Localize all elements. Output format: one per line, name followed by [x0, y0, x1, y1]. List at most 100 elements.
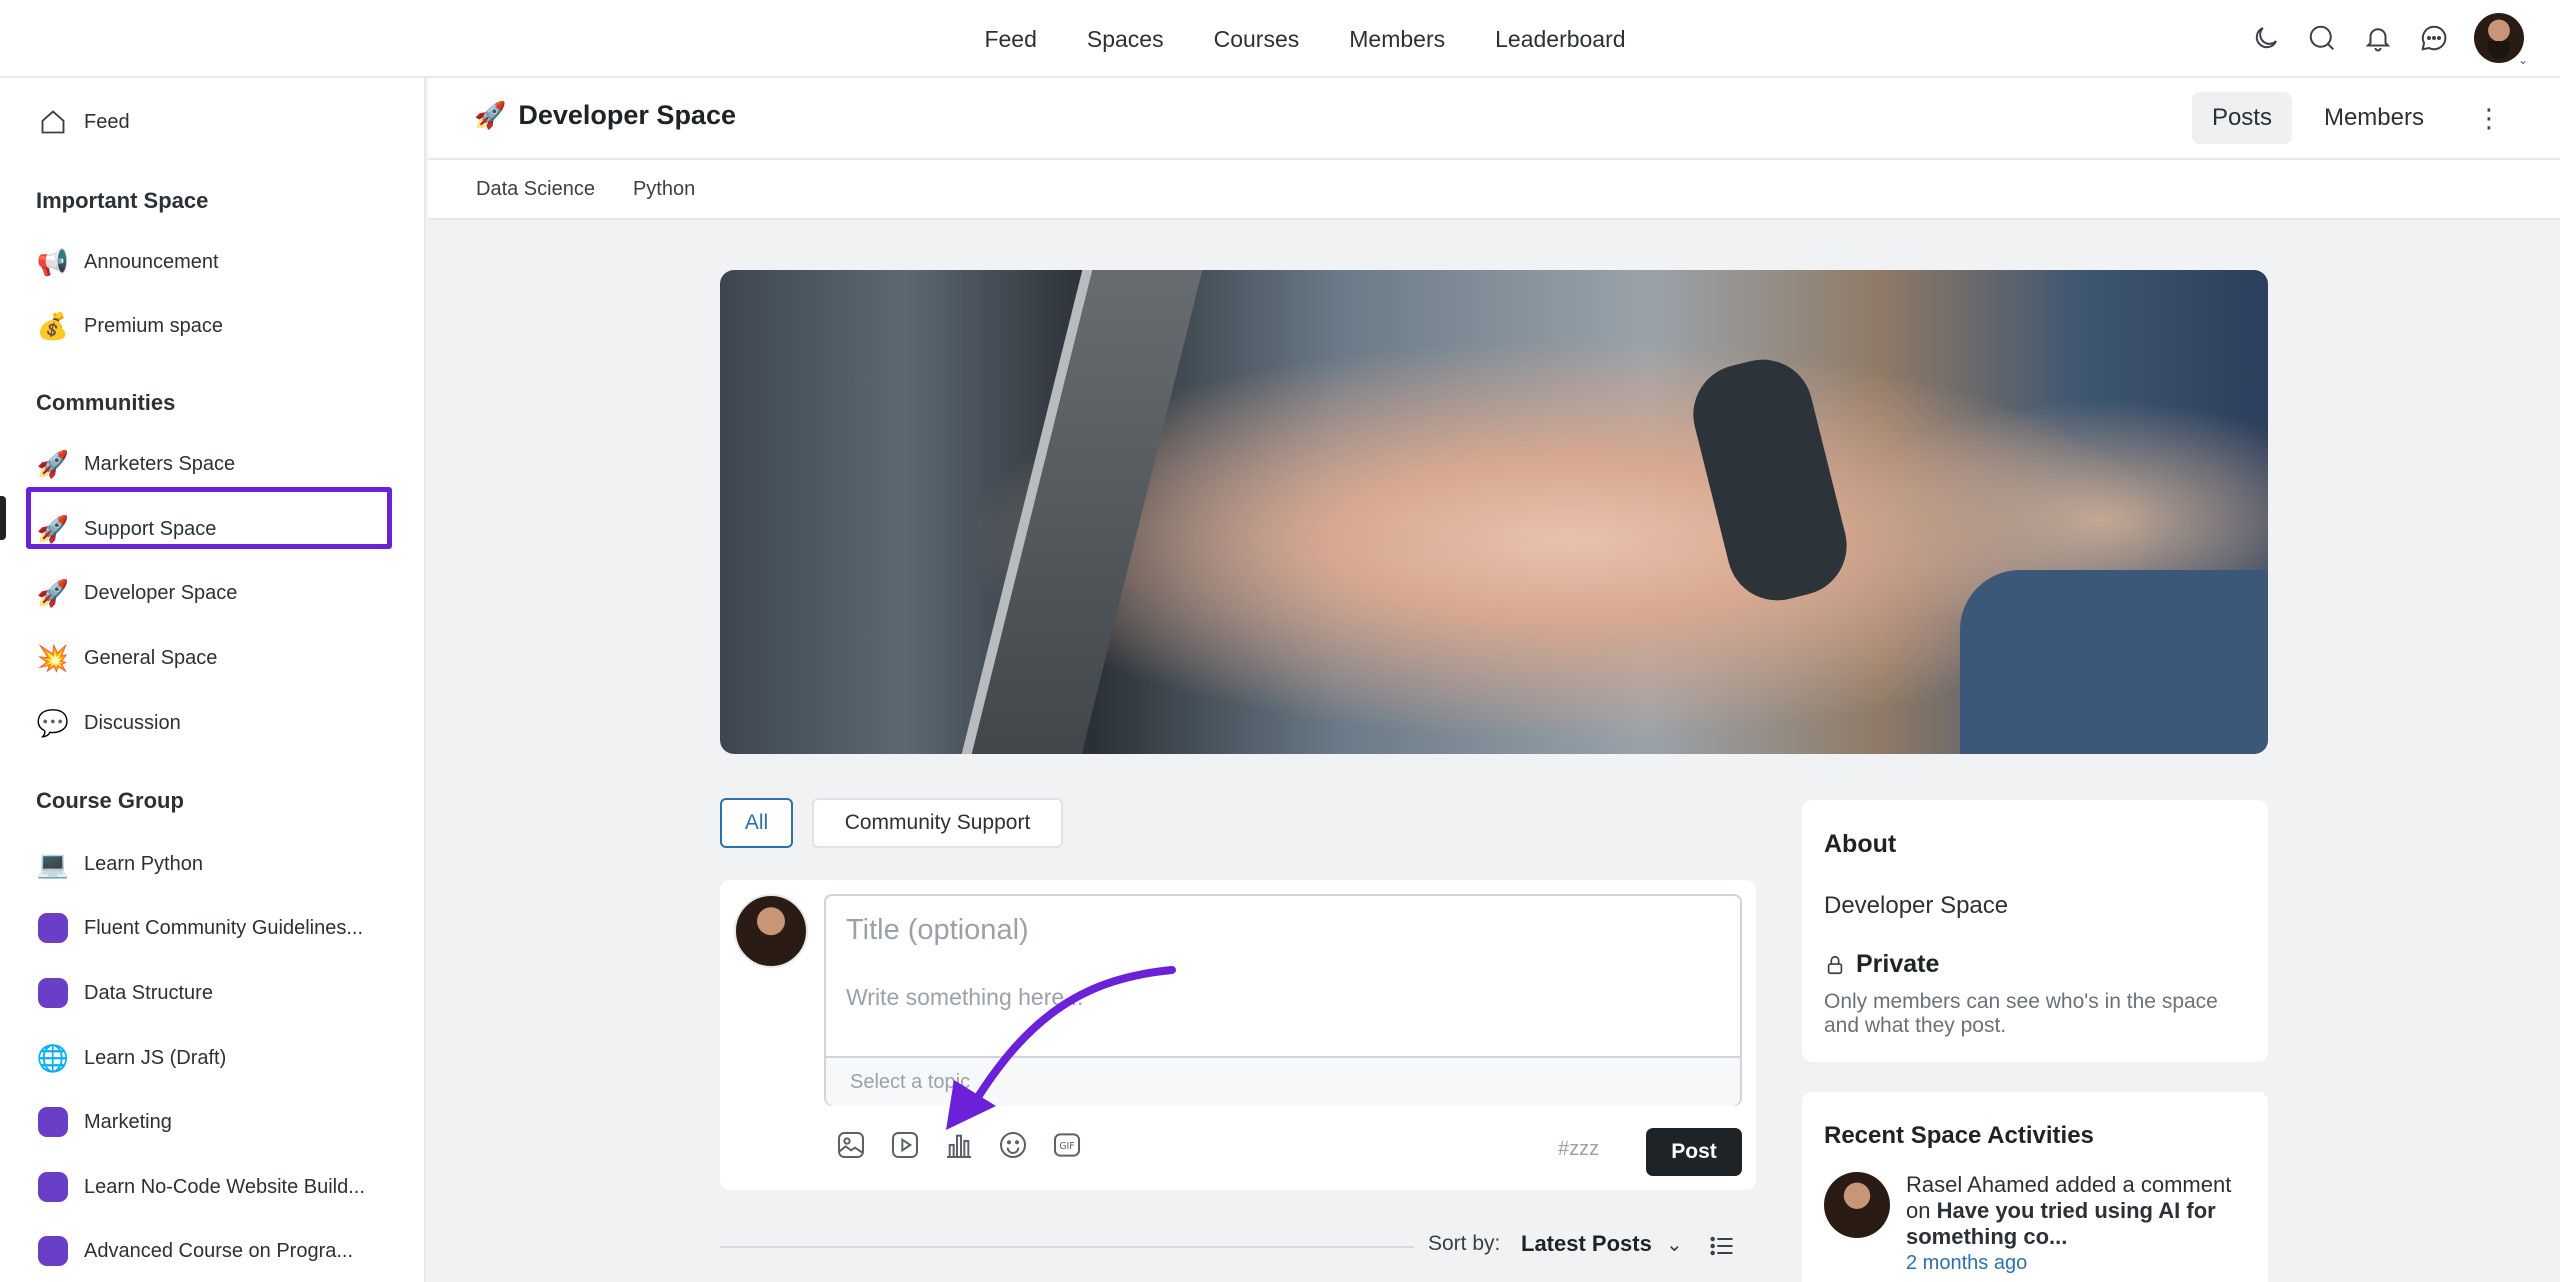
- sidebar-item-feed[interactable]: Feed: [36, 102, 130, 142]
- sidebar-item-label: Feed: [84, 110, 130, 133]
- sidebar-item-general-space[interactable]: 💥 General Space: [36, 638, 218, 678]
- recent-activities-card: Recent Space Activities Rasel Ahamed add…: [1802, 1092, 2268, 1282]
- sidebar-item-label: General Space: [84, 646, 218, 669]
- chevron-down-icon: ⌄: [2517, 53, 2528, 67]
- sidebar-heading-important: Important Space: [36, 188, 209, 213]
- filter-all[interactable]: All: [720, 798, 793, 848]
- sidebar-item-no-code[interactable]: Learn No-Code Website Build...: [36, 1167, 365, 1207]
- video-icon[interactable]: [888, 1128, 922, 1162]
- sidebar-item-label: Learn No-Code Website Build...: [84, 1175, 365, 1198]
- tab-posts[interactable]: Posts: [2191, 92, 2292, 144]
- search-icon[interactable]: [2306, 22, 2338, 54]
- sidebar-item-developer-space[interactable]: 🚀 Developer Space: [36, 573, 238, 613]
- sidebar-item-learn-python[interactable]: 💻 Learn Python: [36, 844, 203, 884]
- sidebar: Feed Important Space 📢 Announcement 💰 Pr…: [0, 78, 426, 1282]
- rocket-icon: 🚀: [36, 448, 70, 479]
- sidebar-item-announcement[interactable]: 📢 Announcement: [36, 242, 219, 282]
- more-options-icon[interactable]: ⋮: [2474, 103, 2504, 134]
- rocket-icon: 🚀: [474, 100, 507, 130]
- annotation-arrow-icon: [946, 966, 1176, 1130]
- sidebar-item-marketers-space[interactable]: 🚀 Marketers Space: [36, 444, 235, 484]
- activity-post[interactable]: Have you tried using AI for something co…: [1906, 1198, 2216, 1249]
- chat-icon[interactable]: [2418, 22, 2450, 54]
- tab-members[interactable]: Members: [2304, 92, 2444, 144]
- title-input[interactable]: Title (optional): [846, 914, 1029, 947]
- space-cover-image: [720, 270, 2268, 754]
- sidebar-heading-communities: Communities: [36, 390, 176, 415]
- image-icon[interactable]: [834, 1128, 868, 1162]
- sidebar-item-label: Premium space: [84, 314, 223, 337]
- course-dot-icon: [36, 911, 70, 945]
- about-card: About Developer Space Private Only membe…: [1802, 800, 2268, 1062]
- about-heading: About: [1824, 830, 1897, 858]
- space-title-text: Developer Space: [518, 100, 736, 130]
- sidebar-item-label: Developer Space: [84, 581, 238, 604]
- activity-user: Rasel Ahamed: [1906, 1172, 2050, 1197]
- about-description: Only members can see who's in the space …: [1824, 990, 2218, 1037]
- page-title: 🚀 Developer Space: [474, 100, 736, 131]
- activity-time: 2 months ago: [1906, 1252, 2028, 1274]
- money-bag-icon: 💰: [36, 310, 70, 341]
- divider: [720, 1246, 1414, 1248]
- sort-label: Sort by:: [1428, 1232, 1501, 1255]
- subnav-data-science[interactable]: Data Science: [476, 178, 595, 201]
- globe-icon: 🌐: [36, 1042, 70, 1073]
- top-actions: ⌄: [2250, 8, 2528, 68]
- cover-tablet-shape: [952, 270, 1208, 754]
- home-icon: [36, 105, 70, 139]
- sort-select[interactable]: Latest Posts: [1521, 1231, 1652, 1257]
- user-avatar[interactable]: ⌄: [2474, 13, 2528, 67]
- course-dot-icon: [36, 1234, 70, 1268]
- nav-courses[interactable]: Courses: [1214, 26, 1300, 53]
- recent-heading: Recent Space Activities: [1824, 1122, 2094, 1149]
- laptop-icon: 💻: [36, 848, 70, 879]
- filter-community-support[interactable]: Community Support: [812, 798, 1063, 848]
- post-button[interactable]: Post: [1646, 1128, 1742, 1176]
- cover-sleeve-shape: [1960, 570, 2268, 754]
- privacy-label: Private: [1856, 950, 1940, 978]
- sidebar-item-label: Fluent Community Guidelines...: [84, 916, 364, 939]
- sidebar-item-data-structure[interactable]: Data Structure: [36, 973, 213, 1013]
- sidebar-item-label: Data Structure: [84, 981, 213, 1004]
- chevron-down-icon[interactable]: ⌄: [1666, 1232, 1683, 1257]
- sidebar-item-label: Marketing: [84, 1110, 172, 1133]
- sidebar-item-guidelines[interactable]: Fluent Community Guidelines...: [36, 908, 363, 948]
- nav-spaces[interactable]: Spaces: [1087, 26, 1164, 53]
- activity-item[interactable]: Rasel Ahamed added a comment on Have you…: [1906, 1172, 2252, 1250]
- sidebar-item-label: Learn JS (Draft): [84, 1046, 227, 1069]
- course-dot-icon: [36, 1105, 70, 1139]
- lock-icon: [1827, 955, 1843, 974]
- about-space-name: Developer Space: [1824, 892, 2009, 919]
- highlight-box: [26, 487, 392, 549]
- nav-members[interactable]: Members: [1349, 26, 1445, 53]
- nav-leaderboard[interactable]: Leaderboard: [1495, 26, 1625, 53]
- subnav-python[interactable]: Python: [633, 178, 695, 201]
- svg-text:GIF: GIF: [1059, 1141, 1074, 1152]
- sidebar-item-learn-js[interactable]: 🌐 Learn JS (Draft): [36, 1038, 226, 1078]
- nav-feed[interactable]: Feed: [984, 26, 1036, 53]
- space-subnav: Data Science Python: [428, 160, 2560, 220]
- active-indicator: [0, 496, 6, 540]
- top-nav-links: Feed Spaces Courses Members Leaderboard: [0, 0, 2560, 78]
- sidebar-item-marketing[interactable]: Marketing: [36, 1102, 172, 1142]
- collision-icon: 💥: [36, 642, 70, 673]
- sidebar-heading-course-group: Course Group: [36, 788, 184, 813]
- sidebar-item-premium-space[interactable]: 💰 Premium space: [36, 306, 223, 346]
- moon-icon[interactable]: [2250, 22, 2282, 54]
- post-composer: Title (optional) Write something here...…: [720, 880, 1756, 1190]
- sidebar-item-label: Marketers Space: [84, 452, 236, 475]
- speech-bubble-icon: 💬: [36, 707, 70, 738]
- sidebar-item-label: Learn Python: [84, 852, 203, 875]
- course-dot-icon: [36, 976, 70, 1010]
- top-navigation: Feed Spaces Courses Members Leaderboard …: [0, 0, 2560, 78]
- bell-icon[interactable]: [2362, 22, 2394, 54]
- cover-watch-shape: [1682, 349, 1858, 611]
- hashtag-label: #zzz: [1558, 1138, 1600, 1160]
- privacy-status: Private: [1824, 950, 1939, 979]
- list-view-icon[interactable]: [1708, 1232, 1736, 1260]
- sidebar-item-label: Advanced Course on Progra...: [84, 1239, 354, 1262]
- sidebar-item-discussion[interactable]: 💬 Discussion: [36, 703, 181, 743]
- sidebar-item-label: Discussion: [84, 711, 181, 734]
- sidebar-item-advanced-course[interactable]: Advanced Course on Progra...: [36, 1231, 353, 1271]
- course-dot-icon: [36, 1170, 70, 1204]
